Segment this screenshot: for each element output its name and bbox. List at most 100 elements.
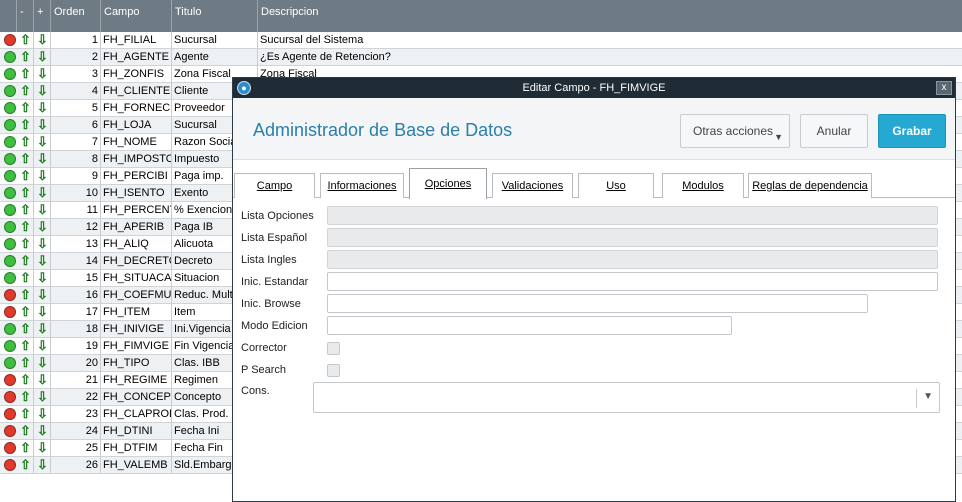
arrow-up-icon[interactable]: ⇧	[19, 287, 32, 303]
arrow-up-icon[interactable]: ⇧	[19, 406, 32, 422]
arrow-down-icon[interactable]: ⇩	[36, 134, 49, 150]
arrow-down-icon[interactable]: ⇩	[36, 100, 49, 116]
arrow-down-icon[interactable]: ⇩	[36, 457, 49, 473]
header-descripcion[interactable]: Descripcion	[258, 0, 962, 32]
other-actions-button[interactable]: Otras acciones ▼	[680, 114, 790, 148]
dialog-titlebar[interactable]: ● Editar Campo - FH_FIMVIGE x	[233, 78, 955, 98]
arrow-up-icon[interactable]: ⇧	[19, 66, 32, 82]
arrow-down-icon[interactable]: ⇩	[36, 49, 49, 65]
status-cell	[0, 32, 17, 49]
move-up-cell: ⇧	[17, 321, 34, 338]
arrow-up-icon[interactable]: ⇧	[19, 253, 32, 269]
tab-modulos[interactable]: Modulos	[662, 173, 744, 198]
arrow-down-icon[interactable]: ⇩	[36, 66, 49, 82]
arrow-down-icon[interactable]: ⇩	[36, 151, 49, 167]
arrow-down-icon[interactable]: ⇩	[36, 270, 49, 286]
arrow-up-icon[interactable]: ⇧	[19, 423, 32, 439]
arrow-down-icon[interactable]: ⇩	[36, 236, 49, 252]
arrow-down-icon[interactable]: ⇩	[36, 83, 49, 99]
status-dot-icon	[4, 204, 16, 216]
lista-ingles-field[interactable]	[327, 250, 938, 269]
inic-browse-field[interactable]	[327, 294, 868, 313]
arrow-down-icon[interactable]: ⇩	[36, 389, 49, 405]
modo-edicion-field[interactable]	[327, 316, 732, 335]
status-dot-icon	[4, 255, 16, 267]
lista-opciones-field[interactable]	[327, 206, 938, 225]
arrow-down-icon[interactable]: ⇩	[36, 304, 49, 320]
arrow-up-icon[interactable]: ⇧	[19, 151, 32, 167]
tab-validaciones[interactable]: Validaciones	[492, 173, 573, 198]
grid-header: - + Orden Campo Titulo Descripcion	[0, 0, 962, 32]
arrow-up-icon[interactable]: ⇧	[19, 219, 32, 235]
tab-informaciones[interactable]: Informaciones	[320, 173, 404, 198]
close-button[interactable]: x	[936, 81, 952, 95]
tab-reglas-dependencia[interactable]: Reglas de dependencia	[748, 173, 872, 198]
cons-select[interactable]: ▼	[313, 382, 940, 413]
cancel-button[interactable]: Anular	[800, 114, 868, 148]
chevron-down-icon[interactable]: ▼	[923, 391, 933, 402]
arrow-up-icon[interactable]: ⇧	[19, 202, 32, 218]
dialog-header: Administrador de Base de Datos Otras acc…	[233, 98, 955, 160]
arrow-up-icon[interactable]: ⇧	[19, 134, 32, 150]
header-campo[interactable]: Campo	[101, 0, 172, 32]
p-search-checkbox[interactable]	[327, 364, 340, 377]
arrow-up-icon[interactable]: ⇧	[19, 389, 32, 405]
arrow-up-icon[interactable]: ⇧	[19, 321, 32, 337]
header-minus[interactable]: -	[17, 0, 34, 32]
arrow-up-icon[interactable]: ⇧	[19, 440, 32, 456]
move-down-cell: ⇩	[34, 287, 51, 304]
save-button[interactable]: Grabar	[878, 114, 946, 148]
arrow-down-icon[interactable]: ⇩	[36, 355, 49, 371]
arrow-up-icon[interactable]: ⇧	[19, 185, 32, 201]
arrow-down-icon[interactable]: ⇩	[36, 287, 49, 303]
header-orden[interactable]: Orden	[51, 0, 101, 32]
arrow-down-icon[interactable]: ⇩	[36, 202, 49, 218]
arrow-down-icon[interactable]: ⇩	[36, 219, 49, 235]
arrow-up-icon[interactable]: ⇧	[19, 32, 32, 48]
arrow-up-icon[interactable]: ⇧	[19, 355, 32, 371]
arrow-down-icon[interactable]: ⇩	[36, 440, 49, 456]
tab-uso[interactable]: Uso	[578, 173, 654, 198]
move-up-cell: ⇧	[17, 117, 34, 134]
arrow-up-icon[interactable]: ⇧	[19, 270, 32, 286]
move-up-cell: ⇧	[17, 270, 34, 287]
arrow-up-icon[interactable]: ⇧	[19, 100, 32, 116]
arrow-down-icon[interactable]: ⇩	[36, 406, 49, 422]
tab-campo[interactable]: Campo	[234, 173, 315, 198]
arrow-up-icon[interactable]: ⇧	[19, 372, 32, 388]
arrow-up-icon[interactable]: ⇧	[19, 117, 32, 133]
arrow-down-icon[interactable]: ⇩	[36, 168, 49, 184]
campo-cell: FH_SITUACA	[101, 270, 172, 287]
arrow-up-icon[interactable]: ⇧	[19, 236, 32, 252]
tab-opciones[interactable]: Opciones	[409, 168, 487, 199]
arrow-down-icon[interactable]: ⇩	[36, 372, 49, 388]
arrow-down-icon[interactable]: ⇩	[36, 321, 49, 337]
inic-estandar-label: Inic. Estandar	[241, 276, 309, 288]
move-down-cell: ⇩	[34, 185, 51, 202]
campo-cell: FH_NOME	[101, 134, 172, 151]
arrow-down-icon[interactable]: ⇩	[36, 117, 49, 133]
arrow-up-icon[interactable]: ⇧	[19, 304, 32, 320]
status-dot-icon	[4, 68, 16, 80]
dialog-title: Editar Campo - FH_FIMVIGE	[522, 82, 666, 94]
arrow-down-icon[interactable]: ⇩	[36, 338, 49, 354]
move-up-cell: ⇧	[17, 236, 34, 253]
arrow-up-icon[interactable]: ⇧	[19, 457, 32, 473]
arrow-up-icon[interactable]: ⇧	[19, 338, 32, 354]
arrow-down-icon[interactable]: ⇩	[36, 185, 49, 201]
table-row[interactable]: ⇧ ⇩ 2 FH_AGENTE Agente ¿Es Agente de Retencio…	[0, 49, 962, 66]
inic-estandar-field[interactable]	[327, 272, 938, 291]
arrow-down-icon[interactable]: ⇩	[36, 32, 49, 48]
arrow-up-icon[interactable]: ⇧	[19, 49, 32, 65]
corrector-checkbox[interactable]	[327, 342, 340, 355]
header-titulo[interactable]: Titulo	[172, 0, 258, 32]
arrow-down-icon[interactable]: ⇩	[36, 253, 49, 269]
header-plus[interactable]: +	[34, 0, 51, 32]
lista-espanol-field[interactable]	[327, 228, 938, 247]
move-down-cell: ⇩	[34, 168, 51, 185]
arrow-down-icon[interactable]: ⇩	[36, 423, 49, 439]
arrow-up-icon[interactable]: ⇧	[19, 168, 32, 184]
arrow-up-icon[interactable]: ⇧	[19, 83, 32, 99]
status-cell	[0, 83, 17, 100]
table-row[interactable]: ⇧ ⇩ 1 FH_FILIAL Sucursal Sucursal del Sistema	[0, 32, 962, 49]
